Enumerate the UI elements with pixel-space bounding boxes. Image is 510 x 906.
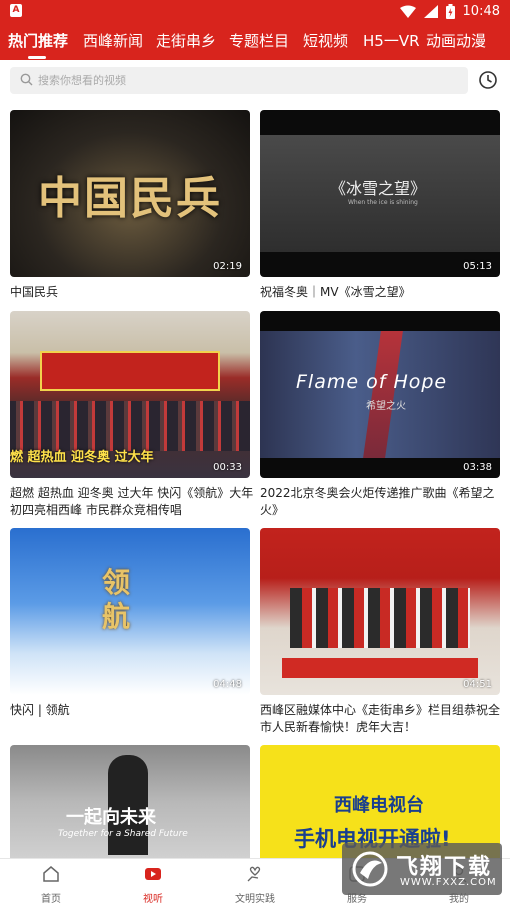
signal-icon: [423, 4, 438, 18]
battery-icon: [445, 3, 455, 19]
thumbnail-subcaption: Together for a Shared Future: [58, 829, 188, 839]
nav-label: 文明实践: [235, 894, 275, 905]
nav-home[interactable]: 首页: [10, 865, 92, 905]
video-title[interactable]: 快闪 | 领航: [10, 702, 254, 719]
tab-hot-recommend[interactable]: 热门推荐: [8, 30, 68, 51]
tab-short-video[interactable]: 短视频: [303, 30, 348, 51]
site-watermark: 飞翔下载 WWW.FXXZ.COM: [342, 843, 502, 895]
tab-special-column[interactable]: 专题栏目: [229, 30, 289, 51]
nav-label: 视听: [143, 894, 163, 905]
nav-label: 首页: [41, 894, 61, 905]
tab-street-village[interactable]: 走街串乡: [156, 30, 216, 51]
thumbnail-caption: 《冰雪之望》: [330, 179, 427, 198]
play-video-icon: [145, 868, 161, 880]
thumbnail-caption: Flame of Hope: [296, 371, 448, 393]
video-thumbnail[interactable]: Flame of Hope 希望之火 03:38: [260, 311, 500, 478]
thumbnail-subcaption: When the ice is shining: [348, 199, 418, 206]
active-tab-indicator: [28, 56, 46, 59]
search-icon: [20, 73, 33, 86]
duration-label: 05:13: [463, 261, 492, 272]
video-title[interactable]: 超燃 超热血 迎冬奥 过大年 快闪《领航》大年初四亮相西峰 市民群众竞相传唱: [10, 485, 254, 519]
video-thumbnail[interactable]: 一起向未来 Together for a Shared Future: [10, 745, 250, 858]
video-thumbnail[interactable]: 燃 超热血 迎冬奥 过大年 00:33: [10, 311, 250, 478]
video-thumbnail[interactable]: 《冰雪之望》 When the ice is shining 05:13: [260, 110, 500, 277]
thumbnail-subcaption: 希望之火: [366, 401, 406, 412]
duration-label: 04:48: [213, 679, 242, 690]
duration-label: 02:19: [213, 261, 242, 272]
app-notification-icon: A: [10, 4, 22, 17]
search-box[interactable]: [10, 67, 468, 94]
status-bar: A 10:48: [0, 0, 510, 22]
clock: 10:48: [462, 3, 500, 19]
duration-label: 03:38: [463, 462, 492, 473]
tab-xifeng-news[interactable]: 西峰新闻: [83, 30, 143, 51]
nav-civilization-practice[interactable]: 文明实践: [214, 865, 296, 905]
duration-label: 00:33: [213, 462, 242, 473]
category-tabbar: 热门推荐 西峰新闻 走街串乡 专题栏目 短视频 H5一VR 动画动漫: [0, 22, 510, 60]
duration-label: 04:51: [463, 679, 492, 690]
status-icons: 10:48: [399, 2, 500, 20]
wifi-icon: [399, 5, 416, 18]
watermark-url: WWW.FXXZ.COM: [400, 877, 497, 888]
video-thumbnail[interactable]: 中国民兵 02:19: [10, 110, 250, 277]
tab-h5-vr[interactable]: H5一VR: [363, 30, 420, 51]
history-clock-icon[interactable]: [478, 70, 498, 90]
thumbnail-caption: 中国民兵: [38, 172, 222, 224]
watermark-logo-icon: [352, 851, 388, 887]
search-input[interactable]: [38, 67, 458, 94]
video-title[interactable]: 祝福冬奥｜MV《冰雪之望》: [260, 284, 504, 301]
video-title[interactable]: 西峰区融媒体中心《走街串乡》栏目组恭祝全市人民新春愉快！虎年大吉！: [260, 702, 504, 736]
nav-audiovisual[interactable]: 视听: [112, 865, 194, 905]
video-thumbnail[interactable]: 西峰电视台 手机电视开通啦!: [260, 745, 500, 858]
home-icon: [43, 866, 59, 882]
tab-animation[interactable]: 动画动漫: [426, 30, 486, 51]
video-title[interactable]: 中国民兵: [10, 284, 254, 301]
hand-heart-icon: [247, 866, 261, 882]
search-row: [0, 60, 510, 100]
video-title[interactable]: 2022北京冬奥会火炬传递推广歌曲《希望之火》: [260, 485, 504, 519]
thumbnail-caption: 西峰电视台: [334, 795, 424, 816]
thumbnail-caption: 一起向未来: [66, 807, 156, 828]
video-thumbnail[interactable]: 领航 04:48: [10, 528, 250, 695]
video-thumbnail[interactable]: 04:51: [260, 528, 500, 695]
thumbnail-caption: 领航: [102, 566, 131, 633]
